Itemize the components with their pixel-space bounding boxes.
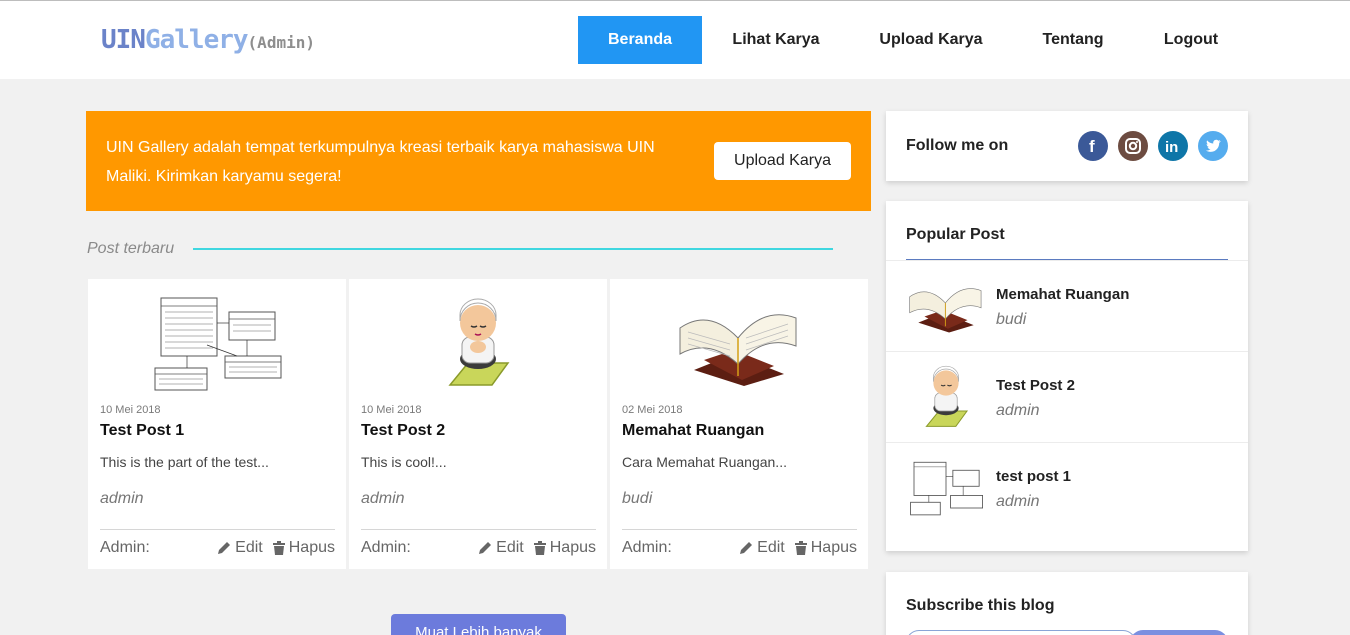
load-more-button[interactable]: Muat Lebih banyak [391, 614, 566, 635]
pencil-icon [218, 542, 231, 554]
admin-label: Admin: [361, 539, 411, 556]
nav-upload-karya[interactable]: Upload Karya [860, 16, 1002, 64]
trash-icon [533, 541, 546, 555]
popular-post-item[interactable]: test post 1 admin [886, 442, 1248, 533]
post-thumbnail[interactable] [610, 287, 868, 399]
subscribe-button[interactable] [1130, 630, 1228, 635]
post-card[interactable]: 10 Mei 2018 Test Post 1 This is the part… [88, 279, 346, 569]
edit-label: Edit [235, 539, 263, 556]
nav-tentang[interactable]: Tentang [1022, 16, 1124, 64]
popular-post-author: admin [996, 493, 1040, 510]
post-author: admin [100, 490, 144, 507]
edit-label: Edit [757, 539, 785, 556]
nav-logout[interactable]: Logout [1144, 16, 1238, 64]
facebook-icon[interactable]: f [1078, 131, 1108, 161]
svg-text:in: in [1165, 139, 1178, 155]
post-card[interactable]: 10 Mei 2018 Test Post 2 This is cool!...… [349, 279, 607, 569]
card-actions: Edit Hapus [739, 539, 857, 557]
logo-admin: (Admin) [247, 33, 315, 52]
card-divider [622, 529, 857, 530]
popular-post-author: admin [996, 402, 1040, 419]
popular-post-title: Popular Post [906, 226, 1005, 243]
popular-post-box: Popular Post Memahat Ruangan budi Test P… [886, 201, 1248, 551]
post-title[interactable]: Memahat Ruangan [622, 422, 764, 440]
banner-text: UIN Gallery adalah tempat terkumpulnya k… [106, 139, 655, 185]
logo-gallery: Gallery [144, 25, 249, 55]
post-title[interactable]: Test Post 1 [100, 422, 184, 440]
post-thumbnail[interactable] [88, 287, 346, 399]
edit-button[interactable]: Edit [739, 539, 785, 557]
subscribe-box: Subscribe this blog [886, 572, 1248, 635]
delete-button[interactable]: Hapus [794, 539, 857, 557]
pencil-icon [479, 542, 492, 554]
post-date: 02 Mei 2018 [622, 404, 683, 416]
header: UINGallery(Admin) Beranda Lihat Karya Up… [0, 1, 1350, 79]
card-actions: Edit Hapus [478, 539, 596, 557]
logo-uin: UIN [101, 25, 146, 55]
popular-thumbnail [906, 453, 986, 523]
delete-label: Hapus [288, 539, 335, 556]
popular-post-name[interactable]: Memahat Ruangan [996, 286, 1129, 303]
logo[interactable]: UINGallery(Admin) [101, 25, 315, 55]
popular-post-name[interactable]: Test Post 2 [996, 377, 1075, 394]
praying-boy-image [448, 298, 510, 386]
post-card[interactable]: 02 Mei 2018 Memahat Ruangan Cara Memahat… [610, 279, 868, 569]
post-excerpt: This is cool!... [361, 454, 447, 470]
open-book-stand-image [679, 314, 797, 386]
card-divider [100, 529, 335, 530]
popular-thumbnail [906, 362, 986, 432]
post-author: budi [622, 490, 653, 507]
section-divider [193, 248, 833, 250]
nav-lihat-karya[interactable]: Lihat Karya [712, 16, 840, 64]
admin-label: Admin: [100, 539, 150, 556]
nav-beranda[interactable]: Beranda [578, 16, 702, 64]
post-thumbnail[interactable] [349, 287, 607, 399]
follow-label: Follow me on [906, 137, 1009, 154]
subscribe-email-input[interactable] [906, 630, 1136, 635]
card-divider [361, 529, 596, 530]
popular-thumbnail [906, 271, 986, 341]
post-excerpt: This is the part of the test... [100, 454, 269, 470]
post-author: admin [361, 490, 405, 507]
follow-box: Follow me on f in [886, 111, 1248, 181]
instagram-icon[interactable] [1118, 131, 1148, 161]
twitter-icon[interactable] [1198, 131, 1228, 161]
edit-button[interactable]: Edit [478, 539, 524, 557]
post-excerpt: Cara Memahat Ruangan... [622, 454, 787, 470]
section-title-post-terbaru: Post terbaru [87, 240, 175, 257]
trash-icon [794, 541, 807, 555]
admin-label: Admin: [622, 539, 672, 556]
delete-button[interactable]: Hapus [272, 539, 335, 557]
erd-diagram-image [154, 297, 282, 391]
post-date: 10 Mei 2018 [361, 404, 422, 416]
popular-post-author: budi [996, 311, 1027, 328]
popular-post-item[interactable]: Test Post 2 admin [886, 351, 1248, 442]
post-date: 10 Mei 2018 [100, 404, 161, 416]
linkedin-icon[interactable]: in [1158, 131, 1188, 161]
svg-text:f: f [1089, 137, 1095, 155]
upload-karya-button[interactable]: Upload Karya [714, 142, 851, 180]
delete-label: Hapus [549, 539, 596, 556]
intro-banner: UIN Gallery adalah tempat terkumpulnya k… [86, 111, 871, 211]
popular-post-name[interactable]: test post 1 [996, 468, 1071, 485]
trash-icon [272, 541, 285, 555]
subscribe-title: Subscribe this blog [906, 597, 1055, 614]
post-title[interactable]: Test Post 2 [361, 422, 445, 440]
delete-button[interactable]: Hapus [533, 539, 596, 557]
delete-label: Hapus [810, 539, 857, 556]
edit-button[interactable]: Edit [217, 539, 263, 557]
popular-post-item[interactable]: Memahat Ruangan budi [886, 260, 1248, 351]
edit-label: Edit [496, 539, 524, 556]
card-actions: Edit Hapus [217, 539, 335, 557]
pencil-icon [740, 542, 753, 554]
